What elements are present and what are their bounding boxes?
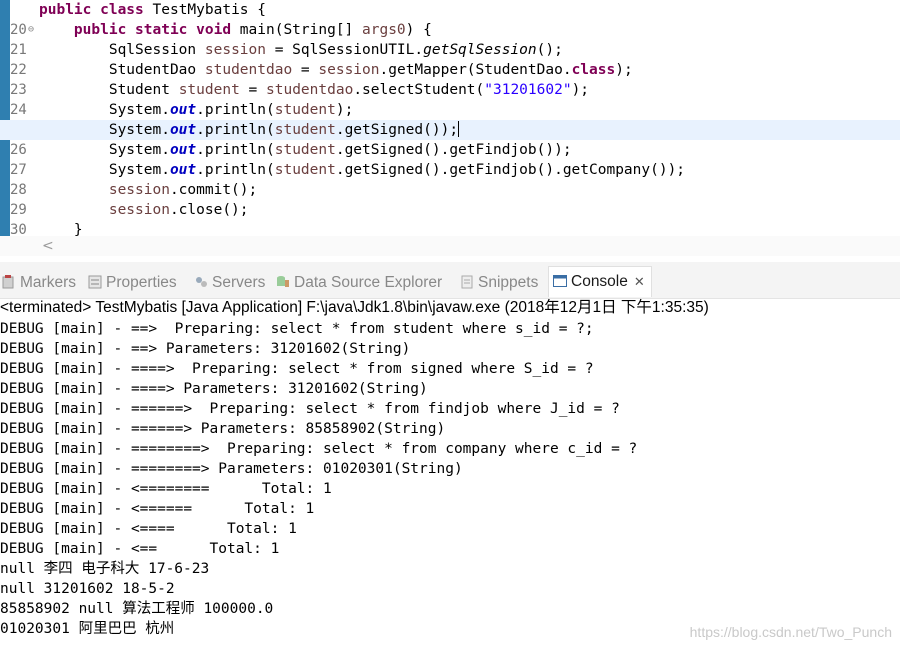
console-line: DEBUG [main] - ======> Parameters: 85858… bbox=[0, 421, 446, 437]
tab-data-source-explorer[interactable]: Data Source Explorer bbox=[276, 272, 442, 294]
code-line[interactable]: 25 System.out.println(student); bbox=[0, 100, 900, 138]
console-icon bbox=[553, 269, 567, 287]
console-line: null 李四 电子科大 17-6-23 bbox=[0, 561, 210, 577]
fold-collapse-icon[interactable]: ⊖ bbox=[28, 20, 38, 40]
console-line: DEBUG [main] - ==> Parameters: 31201602(… bbox=[0, 341, 411, 357]
markers-icon bbox=[2, 274, 16, 289]
code-line[interactable]: 20 public class TestMybatis { bbox=[0, 0, 900, 38]
console-output[interactable]: DEBUG [main] - ==> Preparing: select * f… bbox=[0, 319, 900, 639]
snippets-icon bbox=[460, 274, 474, 289]
code-line[interactable]: 30 session.close(); bbox=[0, 200, 900, 238]
code-line[interactable]: 23 StudentDao studentdao = session.getMa… bbox=[0, 60, 900, 98]
data-source-icon bbox=[276, 274, 290, 288]
code-text: public class TestMybatis { bbox=[39, 2, 266, 18]
code-text: System.out.println(student.getSigned().g… bbox=[39, 162, 686, 178]
code-text: session.commit(); bbox=[108, 182, 258, 198]
close-icon[interactable]: ✕ bbox=[634, 274, 645, 289]
text-caret bbox=[458, 121, 460, 137]
console-line: DEBUG [main] - ======> Preparing: select… bbox=[0, 401, 620, 417]
tab-markers[interactable]: Markers bbox=[2, 272, 76, 294]
code-text: System.out.println(student.getSigned().g… bbox=[39, 142, 572, 158]
scroll-left-arrow-icon[interactable]: < bbox=[42, 238, 54, 254]
console-line: DEBUG [main] - <====== Total: 1 bbox=[0, 501, 315, 517]
tab-properties[interactable]: Properties bbox=[88, 272, 177, 294]
code-text: Student student = studentdao.selectStude… bbox=[39, 82, 590, 98]
console-line: DEBUG [main] - ====> Parameters: 3120160… bbox=[0, 381, 428, 397]
properties-icon bbox=[88, 274, 102, 289]
console-line: 85858902 null 算法工程师 100000.0 bbox=[0, 601, 274, 617]
console-line: DEBUG [main] - <======== Total: 1 bbox=[0, 481, 332, 497]
code-line[interactable]: 29 session.commit(); bbox=[0, 180, 900, 218]
code-editor[interactable]: 20 public class TestMybatis { 21 ⊖ publi… bbox=[0, 0, 900, 258]
views-tab-bar: Markers Properties Servers Data Source E… bbox=[0, 262, 900, 299]
console-line: null 31201602 18-5-2 bbox=[0, 581, 175, 597]
console-line: DEBUG [main] - ====> Preparing: select *… bbox=[0, 361, 594, 377]
code-text: session.close(); bbox=[108, 202, 249, 218]
tab-console[interactable]: Console ✕ bbox=[548, 266, 652, 297]
servers-icon bbox=[194, 274, 208, 288]
code-line[interactable]: 27 System.out.println(student.getSigned(… bbox=[0, 140, 900, 178]
tab-snippets[interactable]: Snippets bbox=[460, 272, 538, 294]
horizontal-scrollbar[interactable]: < bbox=[0, 236, 900, 256]
console-line: DEBUG [main] - ========> Preparing: sele… bbox=[0, 441, 638, 457]
tab-servers[interactable]: Servers bbox=[194, 272, 265, 294]
console-line: DEBUG [main] - ==> Preparing: select * f… bbox=[0, 321, 594, 337]
code-text: public static void main(String[] args0) … bbox=[39, 22, 432, 38]
console-status-line: <terminated> TestMybatis [Java Applicati… bbox=[0, 299, 709, 316]
console-line: DEBUG [main] - <==== Total: 1 bbox=[0, 521, 297, 537]
code-text: SqlSession session = SqlSessionUTIL.getS… bbox=[39, 42, 563, 58]
watermark: https://blog.csdn.net/Two_Punch bbox=[689, 624, 892, 640]
code-text: System.out.println(student.getSigned()); bbox=[39, 121, 460, 138]
code-line[interactable]: 28 System.out.println(student.getSigned(… bbox=[0, 160, 900, 198]
console-line: DEBUG [main] - ========> Parameters: 010… bbox=[0, 461, 463, 477]
code-text: StudentDao studentdao = session.getMappe… bbox=[39, 62, 633, 78]
code-line[interactable]: 22 SqlSession session = SqlSessionUTIL.g… bbox=[0, 40, 900, 78]
code-line[interactable]: 24 Student student = studentdao.selectSt… bbox=[0, 80, 900, 118]
console-line: DEBUG [main] - <== Total: 1 bbox=[0, 541, 280, 557]
current-code-line[interactable]: 26 System.out.println(student.getSigned(… bbox=[0, 120, 900, 158]
code-line[interactable]: 21 ⊖ public static void main(String[] ar… bbox=[0, 20, 900, 58]
code-text: System.out.println(student); bbox=[39, 102, 354, 118]
